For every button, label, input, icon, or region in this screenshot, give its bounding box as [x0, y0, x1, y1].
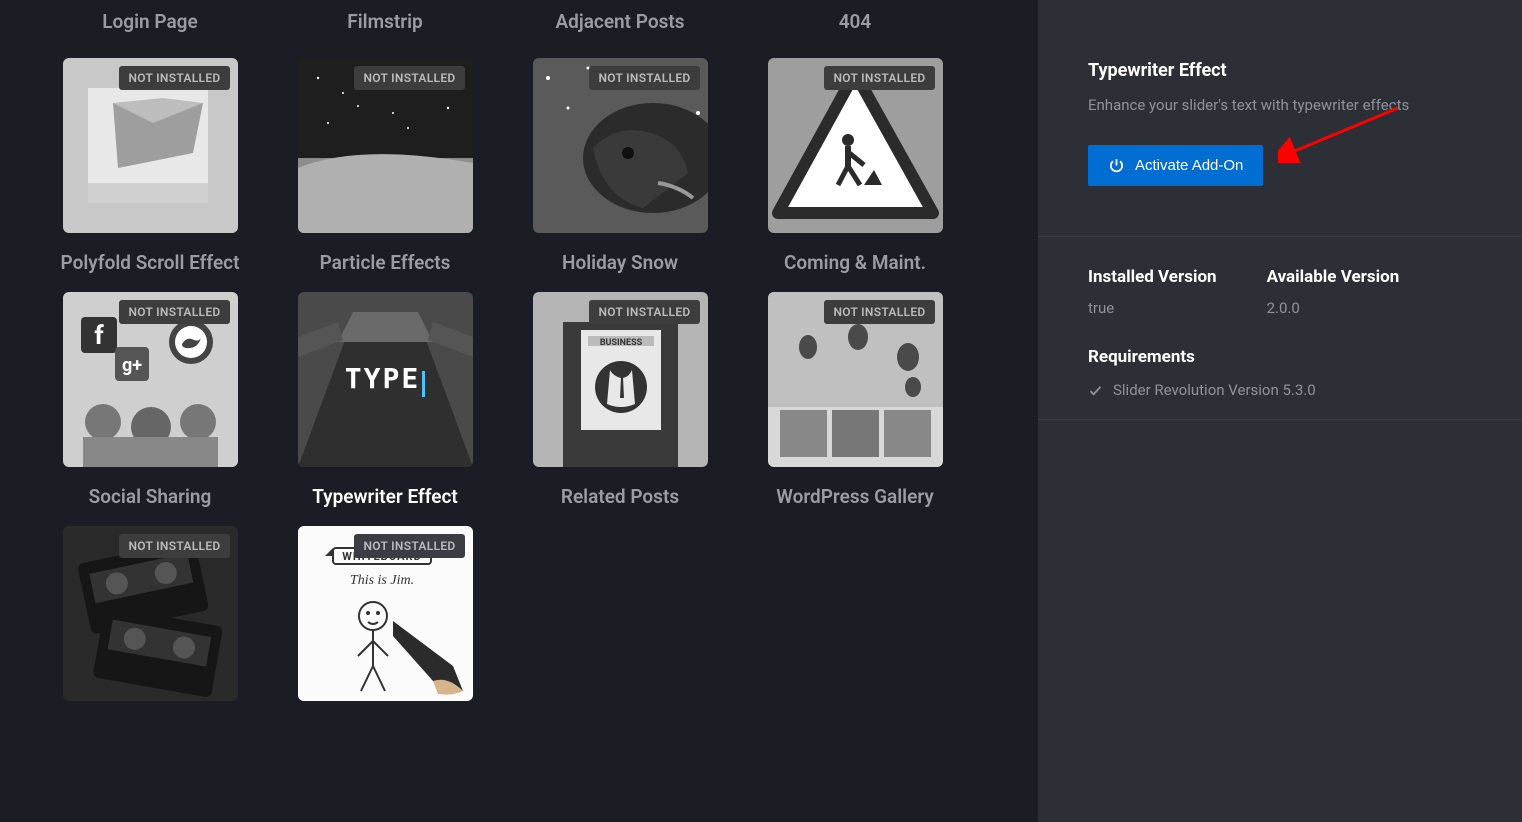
type-cursor [422, 371, 425, 397]
addon-thumb-gallery[interactable]: NOT INSTALLED [768, 292, 943, 467]
addon-card-related[interactable]: NOT INSTALLED BUSINESS Related Posts [510, 292, 730, 516]
addons-grid: Login Page Filmstrip Adjacent Posts 404 … [40, 0, 1027, 701]
addon-label-polyfold: Polyfold Scroll Effect [61, 251, 240, 274]
addon-thumb-related[interactable]: NOT INSTALLED BUSINESS [533, 292, 708, 467]
addon-label-related: Related Posts [561, 485, 679, 508]
addon-thumb-particles[interactable]: NOT INSTALLED [298, 58, 473, 233]
addon-card-particles[interactable]: NOT INSTALLED Particle Effects [275, 58, 495, 282]
available-version-label: Available Version [1267, 267, 1400, 287]
annotation-arrow [1278, 103, 1408, 163]
addon-card-snow[interactable]: NOT INSTALLED Holiday Snow [510, 58, 730, 282]
addon-details-panel: Typewriter Effect Enhance your slider's … [1037, 0, 1522, 822]
activate-addon-button[interactable]: Activate Add-On [1088, 145, 1263, 186]
divider [1038, 419, 1522, 420]
available-version-value: 2.0.0 [1267, 299, 1400, 317]
badge-not-installed: NOT INSTALLED [824, 300, 934, 324]
version-row: Installed Version true Available Version… [1088, 267, 1472, 317]
addon-title-login-page[interactable]: Login Page [40, 0, 260, 48]
addon-thumb-social[interactable]: NOT INSTALLED f g+ [63, 292, 238, 467]
addon-label-social: Social Sharing [89, 485, 212, 508]
check-icon [1088, 383, 1103, 398]
addon-label-particles: Particle Effects [320, 251, 451, 274]
installed-version-label: Installed Version [1088, 267, 1217, 287]
requirement-item: Slider Revolution Version 5.3.0 [1088, 381, 1472, 399]
badge-not-installed: NOT INSTALLED [119, 534, 229, 558]
svg-text:BUSINESS: BUSINESS [599, 338, 642, 348]
addon-thumb-polyfold[interactable]: NOT INSTALLED [63, 58, 238, 233]
type-text: TYPE [345, 362, 420, 395]
addon-card-cassette[interactable]: NOT INSTALLED [40, 526, 260, 701]
badge-not-installed: NOT INSTALLED [824, 66, 934, 90]
addon-card-social[interactable]: NOT INSTALLED f g+ Social Sharing [40, 292, 260, 516]
requirements-label: Requirements [1088, 347, 1472, 367]
power-icon [1108, 157, 1125, 174]
addon-title-filmstrip[interactable]: Filmstrip [275, 0, 495, 48]
addons-grid-area: Login Page Filmstrip Adjacent Posts 404 … [0, 0, 1037, 822]
addon-thumb-cassette[interactable]: NOT INSTALLED [63, 526, 238, 701]
addon-card-polyfold[interactable]: NOT INSTALLED Polyfold Scroll Effect [40, 58, 260, 282]
badge-not-installed: NOT INSTALLED [354, 66, 464, 90]
addon-thumb-snow[interactable]: NOT INSTALLED [533, 58, 708, 233]
divider [1038, 236, 1522, 237]
svg-text:g+: g+ [121, 355, 141, 376]
badge-not-installed: NOT INSTALLED [589, 66, 699, 90]
detail-title: Typewriter Effect [1088, 60, 1472, 81]
requirement-text: Slider Revolution Version 5.3.0 [1113, 381, 1316, 399]
badge-not-installed: NOT INSTALLED [119, 300, 229, 324]
addon-card-typewriter[interactable]: TYPE Typewriter Effect [275, 292, 495, 516]
activate-addon-label: Activate Add-On [1135, 157, 1243, 174]
addon-label-maint: Coming & Maint. [784, 251, 926, 274]
badge-not-installed: NOT INSTALLED [589, 300, 699, 324]
addon-title-adjacent-posts[interactable]: Adjacent Posts [510, 0, 730, 48]
installed-version-value: true [1088, 299, 1217, 317]
addon-title-404[interactable]: 404 [745, 0, 965, 48]
addon-label-typewriter: Typewriter Effect [312, 485, 458, 508]
addon-card-gallery[interactable]: NOT INSTALLED WordPress Gallery [745, 292, 965, 516]
svg-text:f: f [94, 321, 104, 351]
addon-label-snow: Holiday Snow [562, 251, 678, 274]
addon-thumb-whiteboard[interactable]: NOT INSTALLED WHITEBOARD This is Jim. [298, 526, 473, 701]
addon-card-whiteboard[interactable]: NOT INSTALLED WHITEBOARD This is Jim. [275, 526, 495, 701]
badge-not-installed: NOT INSTALLED [119, 66, 229, 90]
addon-thumb-typewriter[interactable]: TYPE [298, 292, 473, 467]
addon-card-maint[interactable]: NOT INSTALLED Coming & Maint. [745, 58, 965, 282]
addon-thumb-maint[interactable]: NOT INSTALLED [768, 58, 943, 233]
svg-text:This is Jim.: This is Jim. [349, 573, 413, 588]
addon-label-gallery: WordPress Gallery [776, 485, 934, 508]
badge-not-installed: NOT INSTALLED [354, 534, 464, 558]
type-text-wrap: TYPE [345, 362, 425, 397]
